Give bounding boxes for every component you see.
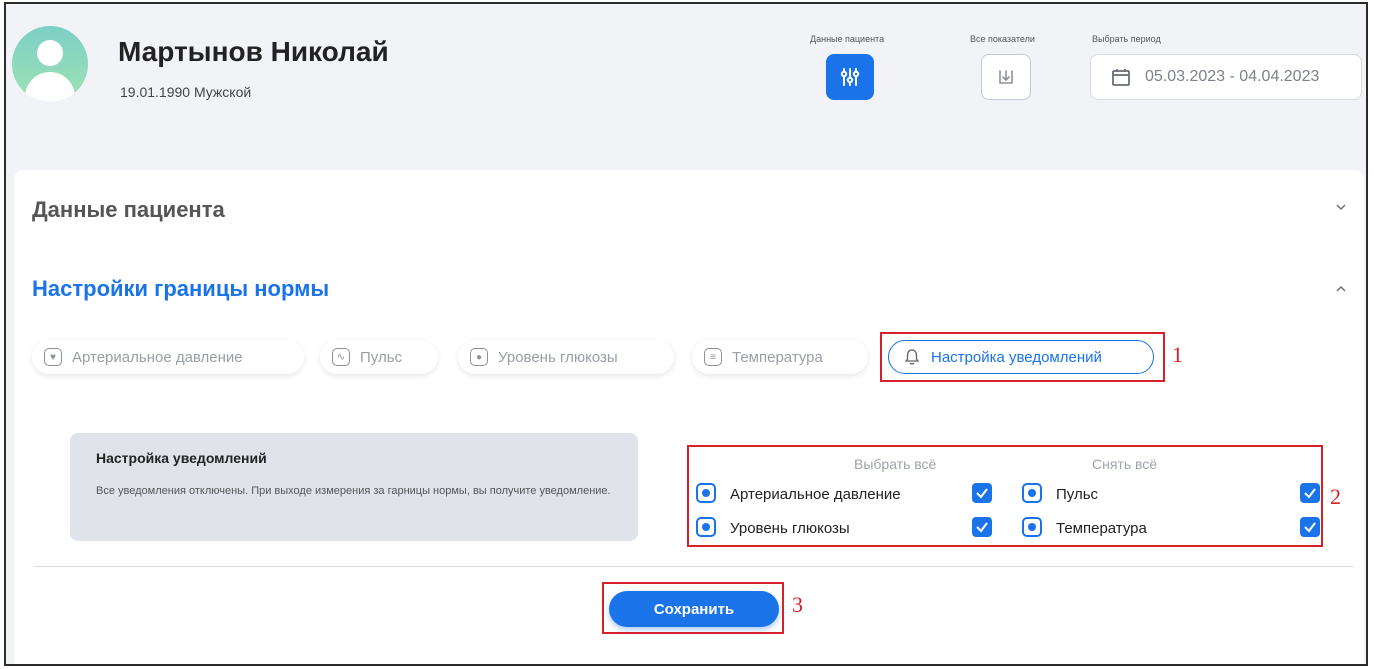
annotation-box-2 — [687, 445, 1323, 547]
info-title: Настройка уведомлений — [96, 450, 267, 466]
period-label: Выбрать период — [1092, 34, 1161, 44]
patient-header: Мартынов Николай 19.01.1990 Мужской Данн… — [6, 4, 1366, 169]
calendar-icon — [1112, 69, 1130, 86]
all-indicators-label: Все показатели — [970, 34, 1035, 44]
tab-temperature[interactable]: ≡ Температура — [692, 340, 868, 374]
notification-info-card: Настройка уведомлений Все уведомления от… — [70, 433, 638, 541]
app-window: Мартынов Николай 19.01.1990 Мужской Данн… — [4, 2, 1368, 666]
period-value: 05.03.2023 - 04.04.2023 — [1145, 68, 1320, 85]
annotation-box-3 — [602, 582, 784, 634]
pulse-icon: ∿ — [332, 348, 350, 366]
section-norm-settings-title[interactable]: Настройки границы нормы — [32, 276, 329, 302]
main-panel: Данные пациента Настройки границы нормы … — [14, 170, 1364, 664]
chevron-down-icon[interactable] — [1336, 202, 1346, 212]
patient-meta: 19.01.1990 Мужской — [120, 84, 252, 100]
avatar-head — [37, 40, 63, 66]
annotation-box-1 — [880, 332, 1165, 382]
tab-glucose[interactable]: ● Уровень глюкозы — [458, 340, 674, 374]
info-description: Все уведомления отключены. При выходе из… — [96, 485, 611, 497]
annotation-label-1: 1 — [1172, 342, 1183, 367]
tab-pulse[interactable]: ∿ Пульс — [320, 340, 438, 374]
blood-pressure-icon: ♥ — [44, 348, 62, 366]
annotation-label-2: 2 — [1330, 484, 1341, 509]
tab-blood-pressure[interactable]: ♥ Артериальное давление — [32, 340, 304, 374]
glucose-icon: ● — [470, 348, 488, 366]
avatar — [12, 26, 88, 102]
thermometer-icon: ≡ — [704, 348, 722, 366]
section-patient-data-title[interactable]: Данные пациента — [32, 197, 225, 223]
divider — [34, 566, 1354, 567]
annotation-label-3: 3 — [792, 592, 803, 617]
tab-label: Уровень глюкозы — [498, 348, 618, 366]
tab-label: Пульс — [360, 348, 403, 366]
all-indicators-button[interactable] — [981, 54, 1031, 100]
period-picker[interactable]: 05.03.2023 - 04.04.2023 — [1090, 54, 1362, 100]
patient-data-label: Данные пациента — [810, 34, 885, 44]
tab-label: Артериальное давление — [72, 348, 243, 366]
patient-data-button[interactable] — [826, 54, 874, 100]
tab-label: Температура — [732, 348, 823, 366]
chevron-up-icon[interactable] — [1336, 284, 1346, 294]
download-icon — [999, 70, 1013, 84]
avatar-body — [25, 72, 75, 102]
sliders-icon — [840, 68, 860, 86]
patient-name: Мартынов Николай — [118, 36, 389, 67]
